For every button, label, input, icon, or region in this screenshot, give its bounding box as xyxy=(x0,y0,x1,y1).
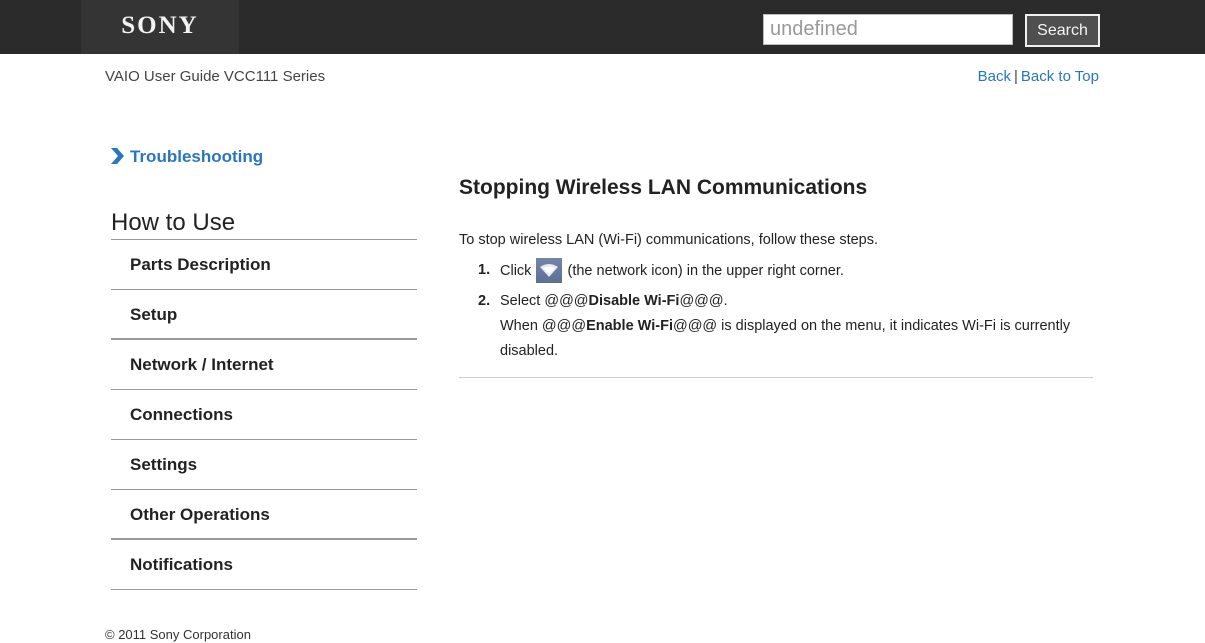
chevron-right-icon xyxy=(110,148,125,164)
article-divider xyxy=(459,377,1093,378)
back-to-top-link[interactable]: Back to Top xyxy=(1021,68,1099,85)
sidebar-item-connections: Connections xyxy=(111,390,417,440)
troubleshooting-label: Troubleshooting xyxy=(130,147,264,166)
sidebar-link[interactable]: Settings xyxy=(111,440,417,489)
search-input[interactable] xyxy=(763,14,1013,45)
placeholder-marker: @@@ xyxy=(672,318,718,334)
nav-separator: | xyxy=(1013,68,1018,85)
step-text: Select xyxy=(500,293,541,309)
article-title: Stopping Wireless LAN Communications xyxy=(459,176,868,199)
top-nav: Back | Back to Top xyxy=(978,68,1099,85)
step-text: Click xyxy=(500,263,532,279)
article-intro: To stop wireless LAN (Wi-Fi) communicati… xyxy=(459,232,879,248)
sidebar-item-settings: Settings xyxy=(111,440,417,490)
steps-list: 1. Click (the network icon) in the upper… xyxy=(459,258,1079,364)
section-title: How to Use xyxy=(111,209,236,236)
copyright: © 2011 Sony Corporation xyxy=(105,627,251,642)
sidebar-link[interactable]: Notifications xyxy=(111,540,417,589)
step-item: 2. Select @@@Disable Wi-Fi@@@. When @@@E… xyxy=(459,289,1079,364)
sidebar-item-notifications: Notifications xyxy=(111,540,417,590)
step-note: When xyxy=(500,318,538,334)
wifi-network-icon xyxy=(536,258,563,283)
menu-item-name: Disable Wi-Fi xyxy=(588,293,680,309)
step-text: (the network icon) in the upper right co… xyxy=(567,263,844,279)
sidebar-item-parts-description: Parts Description xyxy=(111,240,417,290)
sidebar-link[interactable]: Other Operations xyxy=(111,490,417,539)
step-text: . xyxy=(723,293,728,309)
placeholder-marker: @@@ xyxy=(544,293,589,309)
sidebar-item-network-internet: Network / Internet xyxy=(111,340,417,390)
troubleshooting-link[interactable]: Troubleshooting xyxy=(110,147,263,167)
sidebar-link[interactable]: Parts Description xyxy=(111,240,417,289)
sidebar-link[interactable]: Connections xyxy=(111,390,417,439)
placeholder-marker: @@@ xyxy=(541,318,587,334)
sony-logo[interactable]: SONY xyxy=(81,12,239,40)
guide-title: VAIO User Guide VCC111 Series xyxy=(105,68,326,85)
sidebar-nav: Parts Description Setup Network / Intern… xyxy=(111,239,417,590)
sidebar-link[interactable]: Network / Internet xyxy=(111,340,417,389)
step-item: 1. Click (the network icon) in the upper… xyxy=(459,258,1079,284)
sidebar-link[interactable]: Setup xyxy=(111,290,417,339)
menu-item-name: Enable Wi-Fi xyxy=(586,318,673,334)
search-button[interactable]: Search xyxy=(1025,14,1100,47)
sidebar-item-other-operations: Other Operations xyxy=(111,490,417,540)
placeholder-marker: @@@ xyxy=(679,293,724,309)
step-number: 1. xyxy=(478,262,491,278)
back-link[interactable]: Back xyxy=(978,68,1011,85)
step-number: 2. xyxy=(478,293,491,309)
sidebar-item-setup: Setup xyxy=(111,290,417,340)
